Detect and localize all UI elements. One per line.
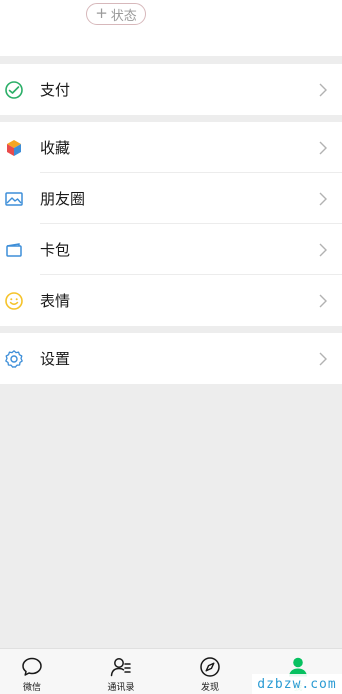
tab-label: 通讯录 xyxy=(107,683,135,693)
menu-item-label: 支付 xyxy=(40,81,71,99)
menu-item-pay[interactable]: 支付 xyxy=(0,64,342,115)
menu-item-stickers[interactable]: 表情 xyxy=(0,275,342,326)
menu-item-cards[interactable]: 卡包 xyxy=(0,224,342,275)
menu-group-main: 收藏 朋友圈 卡包 表情 xyxy=(0,122,342,326)
status-label: 状态 xyxy=(110,8,137,24)
menu-item-label: 表情 xyxy=(40,292,71,310)
menu-item-moments[interactable]: 朋友圈 xyxy=(0,173,342,224)
profile-header: + 状态 xyxy=(0,0,342,56)
compass-icon xyxy=(200,657,220,677)
smiley-icon xyxy=(4,291,24,311)
add-status-button[interactable]: + 状态 xyxy=(86,3,146,25)
menu-item-settings[interactable]: 设置 xyxy=(0,333,342,384)
tab-label: 微信 xyxy=(22,683,41,693)
menu-group-pay: 支付 xyxy=(0,64,342,115)
tab-label: 发现 xyxy=(200,683,219,693)
watermark: dzbzw.com xyxy=(252,674,342,694)
tab-discover[interactable]: 发现 xyxy=(180,655,240,693)
menu-item-favorites[interactable]: 收藏 xyxy=(0,122,342,173)
chevron-right-icon xyxy=(319,192,327,205)
tab-contacts[interactable]: 通讯录 xyxy=(91,655,151,693)
menu-item-label: 设置 xyxy=(40,350,71,368)
chevron-right-icon xyxy=(319,141,327,154)
menu-item-label: 收藏 xyxy=(40,139,71,157)
chevron-right-icon xyxy=(319,352,327,365)
bottom-tab-bar: 微信 通讯录 发现 我 dzbzw.com xyxy=(0,648,342,694)
chevron-right-icon xyxy=(319,294,327,307)
contacts-icon xyxy=(110,658,131,677)
menu-item-label: 卡包 xyxy=(40,241,71,259)
favorites-cube-icon xyxy=(4,138,24,158)
plus-icon: + xyxy=(95,4,108,22)
tab-chats[interactable]: 微信 xyxy=(2,655,62,693)
chat-bubble-icon xyxy=(22,657,42,676)
card-wallet-icon xyxy=(4,240,24,260)
chevron-right-icon xyxy=(319,243,327,256)
moments-picture-icon xyxy=(4,189,24,209)
chevron-right-icon xyxy=(319,83,327,96)
pay-icon xyxy=(4,80,24,100)
menu-item-label: 朋友圈 xyxy=(40,190,86,208)
gear-icon xyxy=(4,349,24,369)
menu-group-settings: 设置 xyxy=(0,333,342,384)
